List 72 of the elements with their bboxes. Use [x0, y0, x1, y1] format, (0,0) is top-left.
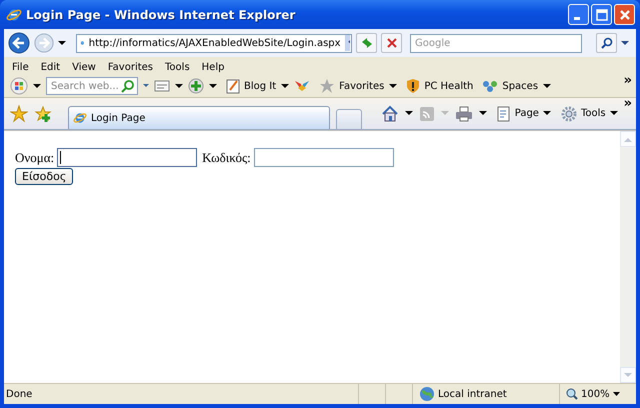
- browser-logo-icon: [6, 6, 22, 22]
- pencil-icon: [226, 78, 240, 94]
- address-field[interactable]: http://informatics/AJAXEnabledWebSite/Login.aspx: [76, 34, 352, 52]
- input-field[interactable]: [254, 148, 394, 167]
- menu-item[interactable]: Tools: [165, 62, 190, 72]
- toolbar-button[interactable]: Favorites: [319, 78, 384, 94]
- maximize-icon: [596, 8, 608, 20]
- caret-icon: [440, 111, 449, 116]
- search-field[interactable]: Google: [410, 34, 582, 52]
- toolbar-button[interactable]: Blog It: [226, 78, 276, 94]
- menu-item[interactable]: Edit: [40, 62, 60, 72]
- stop-button[interactable]: [381, 33, 402, 53]
- field-label: Ονομα:: [15, 150, 54, 166]
- caret-icon[interactable]: [543, 84, 552, 88]
- stop-icon: [386, 37, 398, 49]
- menu-item[interactable]: Help: [202, 62, 224, 72]
- web-search-field[interactable]: Search web...: [46, 77, 138, 95]
- plus-icon[interactable]: [188, 78, 204, 94]
- caret-icon: [542, 111, 551, 116]
- refresh-icon: [360, 36, 374, 50]
- back-button[interactable]: [8, 32, 30, 54]
- printer-icon[interactable]: [454, 106, 473, 122]
- caret-icon: [610, 111, 618, 116]
- caret-icon[interactable]: [621, 40, 629, 46]
- magnifier-icon: [566, 388, 578, 400]
- caret-icon: [612, 392, 620, 396]
- menu-item[interactable]: Favorites: [108, 62, 154, 72]
- status-text: Done: [5, 388, 32, 400]
- minimize-icon: [574, 17, 580, 20]
- maximize-button[interactable]: [591, 4, 612, 25]
- highlight-icon[interactable]: [154, 79, 170, 93]
- add-favorite-icon[interactable]: [34, 104, 52, 122]
- minimize-button[interactable]: [568, 4, 589, 25]
- search-icon: [600, 37, 612, 49]
- windows-logo-icon[interactable]: [10, 77, 28, 95]
- caret-icon[interactable]: [478, 111, 487, 116]
- menu-item[interactable]: View: [72, 62, 96, 72]
- refresh-button[interactable]: [356, 33, 377, 53]
- caret-icon[interactable]: [281, 84, 290, 88]
- menu-item[interactable]: File: [12, 62, 29, 72]
- caret-icon[interactable]: [404, 111, 413, 116]
- gear-icon: [560, 106, 577, 122]
- caret-icon[interactable]: [175, 84, 183, 88]
- globe-icon: [419, 386, 435, 402]
- caret-icon[interactable]: [209, 84, 217, 88]
- star-icon: [319, 78, 336, 94]
- input-field[interactable]: [57, 148, 198, 167]
- toolbar-button[interactable]: PC Health: [406, 78, 474, 94]
- toolbar-button[interactable]: Spaces: [482, 79, 538, 93]
- submit-button[interactable]: Είσοδος: [15, 168, 74, 185]
- command-button[interactable]: Page: [496, 106, 551, 122]
- caret-icon[interactable]: [389, 84, 398, 88]
- field-label: Κωδικός:: [202, 150, 251, 166]
- overflow-button[interactable]: »: [624, 98, 632, 110]
- butterfly-icon[interactable]: [294, 79, 310, 93]
- home-icon[interactable]: [380, 104, 399, 122]
- caret-icon[interactable]: [33, 84, 41, 88]
- people-icon: [482, 79, 498, 93]
- close-button[interactable]: [614, 4, 635, 25]
- favorites-star-icon[interactable]: [10, 104, 28, 122]
- search-button[interactable]: [596, 33, 617, 53]
- security-zone: Local intranet: [412, 384, 559, 404]
- window-title: Login Page - Windows Internet Explorer: [26, 8, 296, 22]
- overflow-button[interactable]: »: [624, 75, 632, 87]
- zoom-button[interactable]: 100%: [559, 384, 636, 404]
- command-button[interactable]: Tools: [560, 106, 618, 122]
- search-icon[interactable]: [121, 79, 135, 93]
- browser-logo-icon: [73, 111, 87, 125]
- caret-icon[interactable]: [58, 40, 66, 46]
- tab[interactable]: Login Page: [68, 106, 330, 129]
- close-icon: [618, 8, 630, 20]
- shield-icon: [406, 78, 420, 94]
